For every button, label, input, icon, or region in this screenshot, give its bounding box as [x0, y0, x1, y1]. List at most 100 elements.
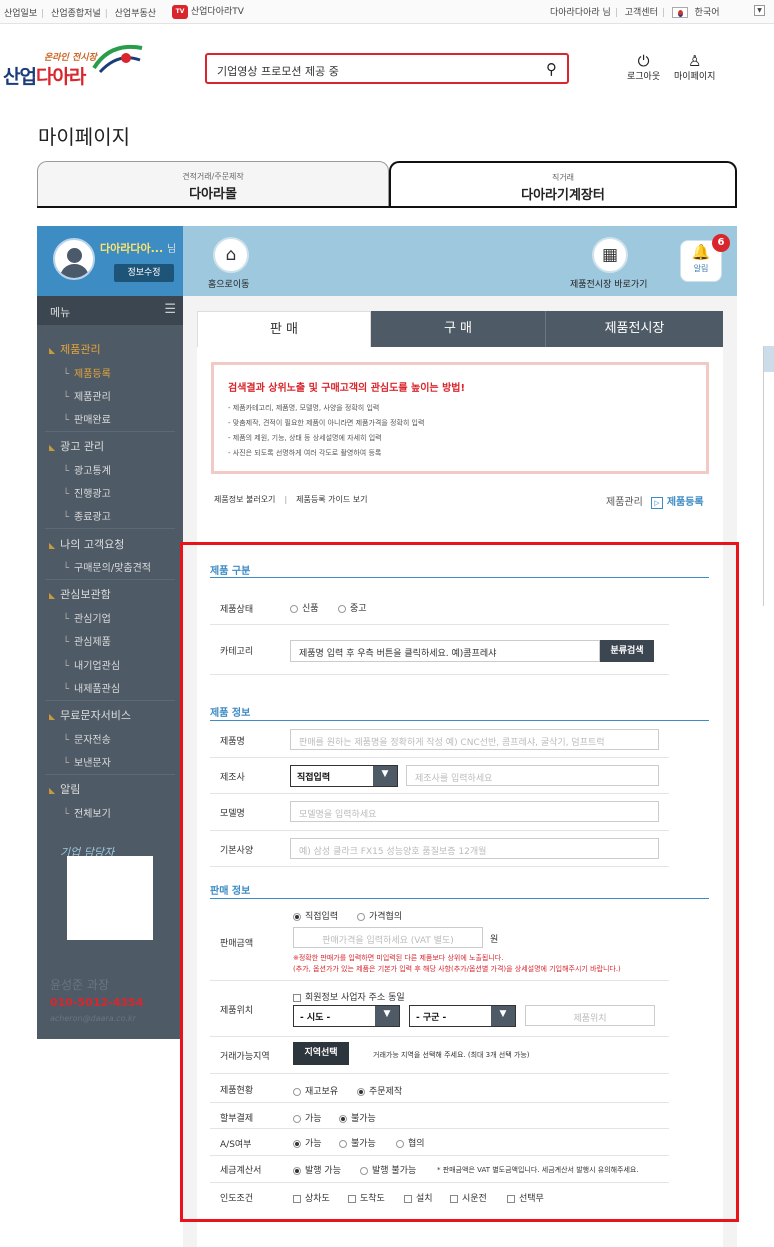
- menu-group-alarm[interactable]: ◣ 알림: [49, 781, 80, 797]
- search-input[interactable]: 기업영상 프로모션 제공 중: [217, 63, 339, 79]
- sidebar-header: 메뉴 ☰: [37, 296, 183, 325]
- mypage-label: 마이페이지: [674, 72, 716, 82]
- menu-item-ad-stats[interactable]: └ 광고통계: [63, 462, 111, 477]
- menu-item-sms-sent[interactable]: └ 보낸문자: [63, 754, 111, 769]
- tab-sub-label: 직거래: [551, 173, 575, 182]
- logo-swoosh-icon: [92, 45, 143, 74]
- avatar: [53, 238, 95, 280]
- quick-bar: [183, 226, 737, 296]
- highlight-frame: [180, 542, 739, 1222]
- menu-item-label: 진행광고: [74, 489, 111, 500]
- alarm-label: 알림: [693, 264, 709, 273]
- tab-label: 다아라기계장터: [521, 188, 605, 203]
- language-select[interactable]: 한국어: [695, 8, 720, 18]
- tv-label: 산업다아라TV: [190, 7, 244, 17]
- language-dropdown-icon[interactable]: ▼: [754, 5, 765, 16]
- top-link-tv[interactable]: TV 산업다아라TV: [172, 4, 244, 19]
- menu-group-ads[interactable]: ◣ 광고 관리: [49, 438, 104, 454]
- menu-item-label: 내제품관심: [74, 684, 121, 695]
- menu-item-ad-running[interactable]: └ 진행광고: [63, 485, 111, 500]
- storefront-icon: ▦: [592, 237, 628, 273]
- top-link-journal[interactable]: 산업종합저널: [51, 9, 101, 19]
- menu-group-product[interactable]: ◣ 제품관리: [49, 341, 101, 357]
- menu-item-label: 제품등록: [74, 369, 111, 380]
- menu-item-product-register[interactable]: └ 제품등록: [63, 365, 111, 380]
- alarm-count-badge: 6: [712, 234, 730, 252]
- tab-showroom[interactable]: 제품전시장: [546, 311, 723, 347]
- top-links: 산업일보 | 산업종합저널 | 산업부동산: [4, 9, 157, 19]
- user-icon: ♙: [687, 52, 702, 70]
- menu-item-product-manage[interactable]: └ 제품관리: [63, 388, 111, 403]
- user-greeting: 다아라다아라 님: [550, 8, 611, 18]
- menu-divider: [45, 528, 175, 529]
- edit-profile-button[interactable]: 정보수정: [114, 264, 174, 282]
- search-icon[interactable]: ⚲: [546, 60, 557, 78]
- support-link[interactable]: 고객센터: [625, 8, 658, 18]
- logout-label: 로그아웃: [627, 72, 661, 82]
- guide-link[interactable]: 제품등록 가이드 보기: [296, 495, 367, 504]
- tab-sell[interactable]: 판 매: [197, 311, 371, 347]
- menu-item-inquiry[interactable]: └ 구매문의/맞춤견적: [63, 559, 151, 574]
- mypage-button[interactable]: ♙ 마이페이지: [674, 53, 715, 82]
- tab-sub-label: 견적거래/주문제작: [182, 172, 244, 181]
- breadcrumb-manage[interactable]: 제품관리: [606, 497, 643, 508]
- search-box[interactable]: 기업영상 프로모션 제공 중 ⚲: [205, 53, 569, 84]
- menu-item-label: 종료광고: [74, 512, 111, 523]
- menu-item-label: 보낸문자: [74, 758, 111, 769]
- page-title: 마이페이지: [38, 125, 130, 149]
- logo-text-b: 다아라: [35, 66, 86, 88]
- manager-name: 윤성준 과장: [50, 978, 110, 992]
- menu-item-sold[interactable]: └ 판매완료: [63, 411, 111, 426]
- arrow-right-icon: ▷: [650, 497, 663, 509]
- menu-item-sms-send[interactable]: └ 문자전송: [63, 731, 111, 746]
- menu-item-label: 광고통계: [74, 466, 111, 477]
- tab-daara-mall[interactable]: 견적거래/주문제작 다아라몰: [37, 161, 389, 207]
- site-logo[interactable]: 산업다아라: [3, 62, 86, 89]
- menu-group-label: 무료문자서비스: [60, 709, 131, 722]
- triangle-icon: ◣: [49, 541, 56, 550]
- tip-line: - 맞춤제작, 견적이 필요한 제품이 아니라면 제품가격을 정확히 입력: [228, 419, 425, 427]
- menu-group-sms[interactable]: ◣ 무료문자서비스: [49, 707, 131, 723]
- manager-photo: [67, 856, 153, 940]
- top-bar: 산업일보 | 산업종합저널 | 산업부동산 TV 산업다아라TV 다아라다아라 님 |…: [0, 0, 774, 24]
- menu-group-label: 제품관리: [60, 343, 101, 356]
- power-icon: ⏻: [637, 52, 650, 70]
- tab-daara-machine-market[interactable]: 직거래 다아라기계장터: [389, 161, 737, 207]
- sidebar-title: 메뉴: [50, 306, 71, 319]
- breadcrumb-register: 제품등록: [666, 497, 704, 508]
- tab-buy[interactable]: 구 매: [371, 311, 546, 347]
- menu-item-my-product-fav[interactable]: └ 내제품관심: [63, 680, 120, 695]
- tip-line: - 제품의 제원, 기능, 상태 등 상세설명에 자세히 입력: [228, 434, 382, 442]
- menu-item-my-company-fav[interactable]: └ 내기업관심: [63, 657, 120, 672]
- menu-item-label: 관심제품: [74, 637, 111, 648]
- manager-email[interactable]: acheron@daara.co.kr: [50, 1014, 136, 1023]
- form-links: 제품정보 불러오기 | 제품등록 가이드 보기: [214, 494, 367, 505]
- link-divider: |: [284, 495, 288, 504]
- menu-item-label: 관심기업: [74, 614, 111, 625]
- menu-toggle-icon[interactable]: ☰: [164, 302, 176, 317]
- tab-label: 다아라몰: [189, 187, 237, 202]
- menu-divider: [45, 700, 175, 701]
- triangle-icon: ◣: [49, 443, 56, 452]
- menu-group-favorites[interactable]: ◣ 관심보관함: [49, 586, 111, 602]
- market-button[interactable]: ▦: [592, 237, 628, 273]
- load-product-link[interactable]: 제품정보 불러오기: [214, 495, 275, 504]
- manager-tel: 010-5012-4354: [50, 996, 144, 1009]
- side-floating-panel: [763, 346, 774, 606]
- menu-group-label: 광고 관리: [60, 440, 105, 453]
- top-link-realestate[interactable]: 산업부동산: [115, 9, 156, 19]
- logout-button[interactable]: ⏻ 로그아웃: [627, 53, 660, 82]
- menu-item-fav-company[interactable]: └ 관심기업: [63, 610, 111, 625]
- tab-underline: [37, 206, 737, 208]
- menu-item-ad-ended[interactable]: └ 종료광고: [63, 508, 111, 523]
- user-name-text: 다아라다아...: [100, 242, 164, 255]
- menu-item-label: 내기업관심: [74, 661, 121, 672]
- menu-group-requests[interactable]: ◣ 나의 고객요청: [49, 536, 124, 552]
- menu-item-label: 문자전송: [74, 735, 111, 746]
- top-link-news[interactable]: 산업일보: [4, 9, 37, 19]
- tip-line: - 제품카테고리, 제품명, 모델명, 사양을 정확히 입력: [228, 404, 380, 412]
- menu-item-fav-product[interactable]: └ 관심제품: [63, 633, 111, 648]
- tip-line: - 사진은 되도록 선명하게 여러 각도로 촬영하여 등록: [228, 449, 382, 457]
- home-button[interactable]: ⌂: [213, 237, 249, 273]
- menu-item-alarm-all[interactable]: └ 전체보기: [63, 805, 111, 820]
